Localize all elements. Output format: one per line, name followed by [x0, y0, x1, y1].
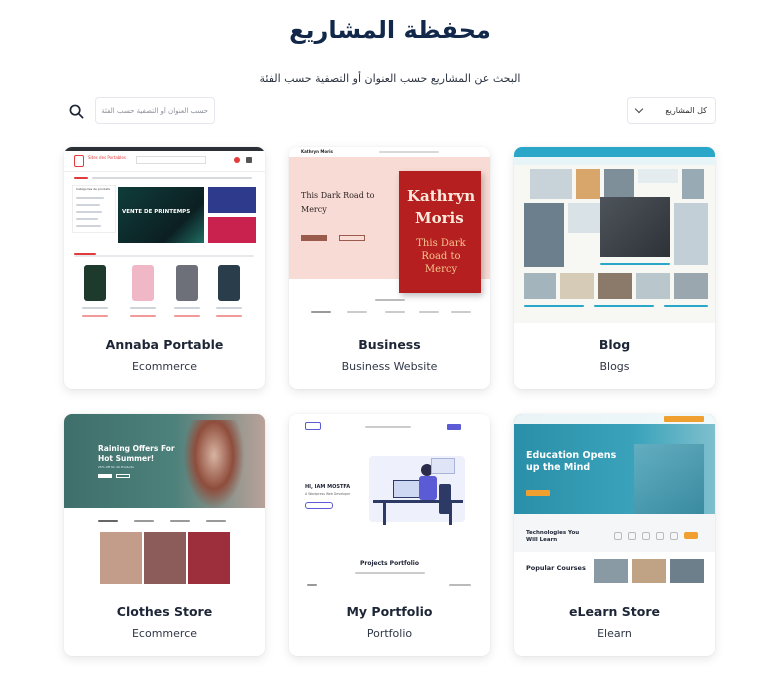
project-card-business[interactable]: Kathryn Moris This Dark Road to Mercy Ka…	[289, 147, 490, 389]
preview-hero-line2: up the Mind	[526, 462, 591, 473]
project-card-annaba-portable[interactable]: Sites des Portables Catégories de produi…	[64, 147, 265, 389]
preview-book-author: Kathryn	[407, 187, 476, 205]
search-button[interactable]	[64, 98, 88, 124]
project-preview: HI, IAM MOSTFA A Wordpress Web Developer…	[289, 414, 490, 590]
project-title: eLearn Store	[569, 604, 660, 619]
project-card-clothes-store[interactable]: Raining Offers For Hot Summer! 25% Off O…	[64, 414, 265, 656]
project-card-elearn-store[interactable]: Education Opens up the Mind Technologies…	[514, 414, 715, 656]
preview-store-name: Sites des Portables	[88, 155, 126, 160]
preview-hero-line1: Education Opens	[526, 450, 617, 461]
preview-section-title: Projects Portfolio	[359, 560, 419, 567]
category-filter-select[interactable]: كل المشاريع	[627, 97, 716, 124]
search-icon	[69, 104, 83, 118]
project-title: Business	[358, 337, 421, 352]
preview-courses-label: Popular Courses	[526, 564, 586, 572]
preview-hero-line2: Hot Summer!	[98, 454, 155, 463]
project-preview	[514, 147, 715, 323]
preview-intro-line1: HI, IAM MOSTFA	[305, 484, 351, 490]
project-category: Ecommerce	[131, 360, 198, 373]
preview-tech-line2: Will Learn	[526, 537, 558, 543]
project-title: Blog	[598, 337, 631, 352]
preview-sidebar-heading: Catégories de produits	[76, 187, 111, 191]
project-title: My Portfolio	[346, 604, 433, 619]
project-title: Clothes Store	[116, 604, 213, 619]
preview-headline: This Dark Road to Mercy	[301, 191, 375, 214]
project-preview: Education Opens up the Mind Technologies…	[514, 414, 715, 590]
page-title: محفظة المشاريع	[289, 16, 491, 44]
category-filter-value: كل المشاريع	[665, 106, 707, 115]
project-title: Annaba Portable	[105, 337, 224, 352]
project-preview: Raining Offers For Hot Summer! 25% Off O…	[64, 414, 265, 590]
preview-tech-line1: Technologies You	[526, 530, 580, 536]
project-card-blog[interactable]: Blog Blogs	[514, 147, 715, 389]
project-preview: Kathryn Moris This Dark Road to Mercy Ka…	[289, 147, 490, 323]
preview-hero-line1: Raining Offers For	[98, 444, 175, 453]
project-card-my-portfolio[interactable]: HI, IAM MOSTFA A Wordpress Web Developer…	[289, 414, 490, 656]
preview-hero-sub: 25% Off On All Products	[98, 465, 134, 469]
preview-book-author-2: Moris	[415, 209, 464, 227]
project-preview: Sites des Portables Catégories de produi…	[64, 147, 265, 323]
search-input[interactable]	[95, 97, 215, 124]
preview-intro-line2: A Wordpress Web Developer	[305, 492, 351, 496]
project-category: Portfolio	[366, 627, 413, 640]
project-category: Elearn	[597, 627, 632, 640]
project-category: Ecommerce	[131, 627, 198, 640]
preview-banner-text: VENTE DE PRINTEMPS	[122, 209, 191, 215]
preview-brand: Kathryn Moris	[301, 149, 333, 154]
page-subtitle: البحث عن المشاريع حسب العنوان أو التصفية…	[259, 72, 521, 85]
project-category: Blogs	[599, 360, 630, 373]
project-category: Business Website	[341, 360, 438, 373]
chevron-down-icon	[634, 104, 644, 114]
preview-book-title: This Dark Road to Mercy	[416, 238, 466, 275]
